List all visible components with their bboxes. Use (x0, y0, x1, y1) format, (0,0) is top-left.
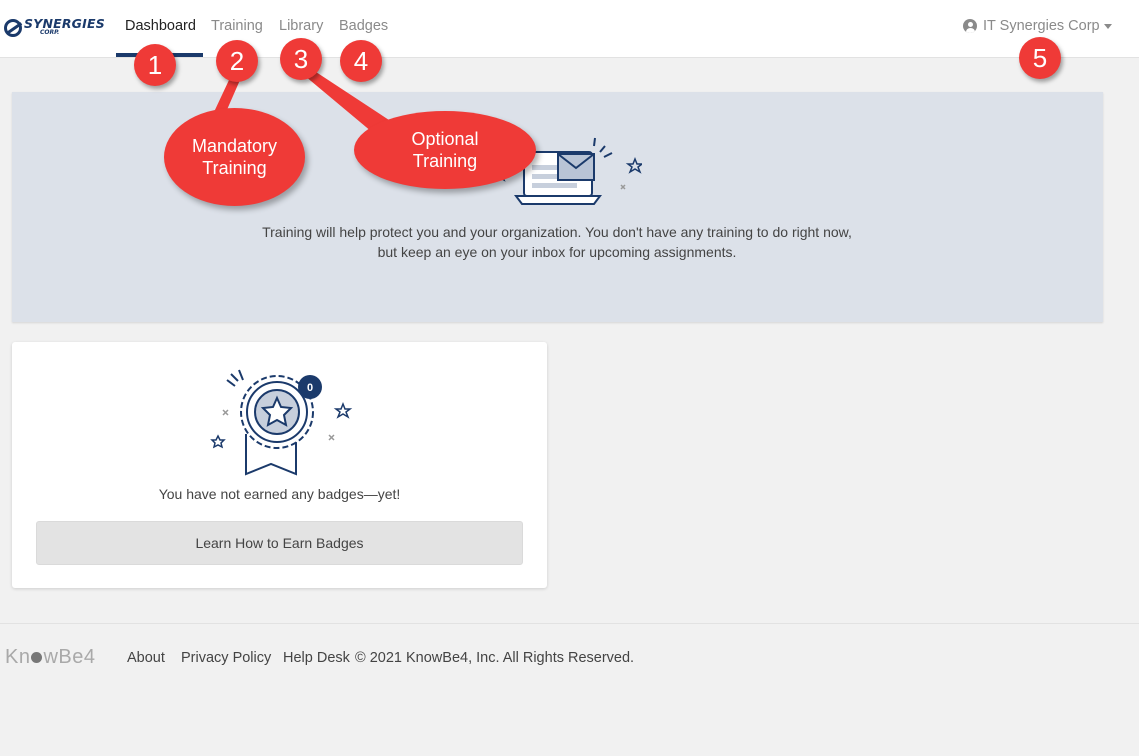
mandatory-training-callout: Mandatory Training (164, 108, 305, 206)
tab-training[interactable]: Training (211, 18, 263, 34)
marker-5: 5 (1019, 37, 1061, 79)
knowbe4-logo-dot-icon (31, 652, 43, 663)
training-empty-message: Training will help protect you and your … (262, 224, 852, 260)
badges-empty-message: You have not earned any badges—yet! (158, 486, 401, 502)
marker-1: 1 (134, 44, 176, 86)
top-nav-bar: SYNERGIES CORP. Dashboard Training Libra… (0, 0, 1139, 58)
logo-text: SYNERGIES (24, 16, 105, 31)
footer-link-help-desk[interactable]: Help Desk (283, 650, 350, 666)
footer-link-about[interactable]: About (127, 650, 165, 666)
marker-4: 4 (340, 40, 382, 82)
footer-divider (0, 623, 1139, 624)
learn-earn-badges-button[interactable]: Learn How to Earn Badges (36, 521, 523, 565)
badges-card: 0 You have not earned any badges—yet! Le… (12, 342, 547, 588)
tab-badges[interactable]: Badges (339, 18, 388, 34)
mandatory-callout-line1: Mandatory (191, 136, 278, 156)
knowbe4-logo-text-start: Kn (5, 646, 31, 668)
user-circle-icon (963, 19, 977, 33)
optional-callout-line2: Training (412, 151, 478, 171)
user-account-name: IT Synergies Corp (983, 18, 1100, 34)
optional-callout-line1: Optional (411, 129, 479, 149)
company-logo[interactable]: SYNERGIES CORP. (2, 14, 105, 40)
tab-dashboard[interactable]: Dashboard (125, 18, 196, 34)
marker-2: 2 (216, 40, 258, 82)
award-ribbon-icon: 0 (210, 369, 353, 476)
user-account-menu[interactable]: IT Synergies Corp (963, 18, 1112, 34)
mandatory-callout-line2: Training (202, 158, 267, 178)
footer-link-privacy-policy[interactable]: Privacy Policy (181, 650, 271, 666)
logo-mark-icon (4, 19, 22, 37)
chevron-down-icon (1103, 23, 1112, 29)
training-status-banner: Training will help protect you and your … (12, 92, 1103, 322)
logo-subtext: CORP. (40, 29, 60, 36)
footer-copyright: © 2021 KnowBe4, Inc. All Rights Reserved… (355, 650, 635, 666)
knowbe4-logo: Kn wBe4 (5, 646, 96, 669)
optional-training-callout: Optional Training (354, 111, 536, 189)
knowbe4-logo-text-end: wBe4 (43, 646, 96, 668)
marker-3: 3 (280, 38, 322, 80)
tab-library[interactable]: Library (279, 18, 323, 34)
badge-count: 0 (307, 382, 313, 394)
